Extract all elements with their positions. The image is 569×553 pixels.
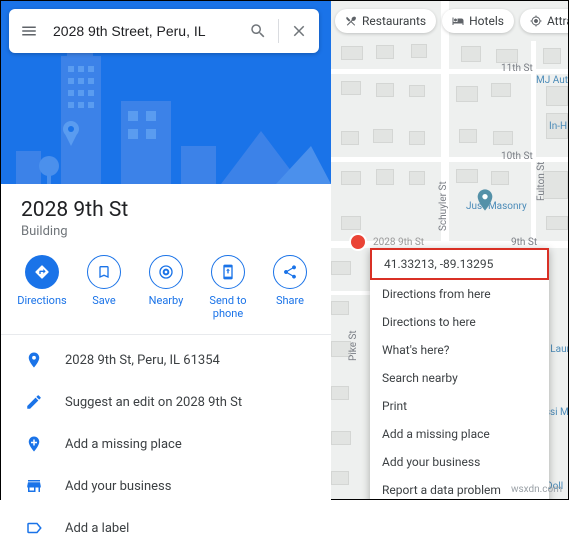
restaurant-icon	[345, 15, 357, 27]
building	[409, 85, 425, 97]
suggest-edit-row[interactable]: Suggest an edit on 2028 9th St	[1, 381, 331, 423]
context-menu-item[interactable]: Add a missing place	[370, 420, 549, 448]
building	[459, 129, 477, 143]
building	[411, 44, 427, 58]
street-label: Pike St	[348, 330, 359, 361]
context-menu-item[interactable]: Directions from here	[370, 280, 549, 308]
action-row: Directions Save Nearby Send to phone Sha…	[1, 249, 331, 335]
coordinates-item[interactable]: 41.33213, -89.13295	[370, 248, 549, 280]
building	[376, 169, 394, 185]
building	[546, 216, 568, 230]
attractions-icon	[530, 15, 542, 27]
share-button[interactable]: Share	[260, 255, 320, 320]
building	[331, 431, 351, 445]
context-menu-item[interactable]: Directions to here	[370, 308, 549, 336]
location-pin[interactable]	[349, 233, 367, 251]
directions-icon	[34, 264, 50, 280]
add-business-row[interactable]: Add your business	[1, 465, 331, 507]
building	[543, 48, 561, 64]
building	[341, 171, 361, 185]
place-type: Building	[21, 224, 311, 239]
directions-button[interactable]: Directions	[12, 255, 72, 320]
save-button[interactable]: Save	[74, 255, 134, 320]
building	[373, 129, 393, 143]
poi-label: Just Masonry	[466, 201, 527, 212]
bookmark-icon	[96, 264, 112, 280]
place-header: 2028 9th St Building	[1, 184, 331, 249]
building	[409, 131, 425, 145]
poi-pin[interactable]	[477, 189, 493, 211]
search-input[interactable]	[49, 23, 238, 39]
store-icon	[25, 477, 43, 495]
clear-button[interactable]	[279, 22, 319, 40]
building	[341, 46, 363, 60]
restaurants-chip[interactable]: Restaurants	[335, 9, 436, 33]
detail-list: 2028 9th St, Peru, IL 61354 Suggest an e…	[1, 335, 331, 553]
street-label: 10th St	[501, 151, 533, 162]
menu-button[interactable]	[9, 22, 49, 40]
building	[496, 49, 518, 63]
building	[341, 216, 361, 230]
building	[341, 81, 361, 95]
pin-icon	[25, 351, 43, 369]
add-pin-icon	[25, 435, 43, 453]
street-label: Schuyler St	[438, 181, 449, 231]
street-label: 9th St	[511, 237, 537, 248]
poi-label: In-H	[549, 121, 567, 132]
building	[331, 261, 351, 275]
label-icon	[25, 519, 43, 537]
watermark: wsxdn.com	[511, 484, 562, 495]
building	[341, 131, 359, 145]
nearby-icon	[158, 264, 174, 280]
hotels-chip[interactable]: Hotels	[442, 9, 514, 33]
building	[409, 171, 425, 185]
building	[546, 86, 568, 106]
building	[331, 301, 349, 315]
building	[456, 86, 478, 102]
building	[331, 471, 349, 485]
context-menu: 41.33213, -89.13295 Directions from here…	[370, 248, 549, 499]
search-button[interactable]	[238, 22, 278, 40]
street-label: Fulton St	[536, 162, 547, 201]
close-icon	[290, 22, 308, 40]
street-label: 11th St	[501, 63, 533, 74]
nearby-button[interactable]: Nearby	[136, 255, 196, 320]
building	[491, 171, 509, 185]
building	[461, 46, 481, 62]
add-label-row[interactable]: Add a label	[1, 507, 331, 549]
context-menu-item[interactable]: Print	[370, 392, 549, 420]
building	[331, 386, 349, 400]
address-row[interactable]: 2028 9th St, Peru, IL 61354	[1, 339, 331, 381]
phone-icon	[220, 264, 236, 280]
place-title: 2028 9th St	[21, 198, 311, 222]
context-menu-item[interactable]: Add your business	[370, 448, 549, 476]
send-to-phone-button[interactable]: Send to phone	[198, 255, 258, 320]
search-icon	[249, 22, 267, 40]
street-label: 2028 9th St	[373, 237, 424, 248]
hotel-icon	[452, 15, 464, 27]
map-canvas[interactable]: 11th St 10th St 9th St 2028 9th St Schuy…	[331, 1, 568, 499]
pencil-icon	[25, 393, 43, 411]
side-panel: 2028 9th St Building Directions Save Nea…	[1, 1, 331, 501]
poi-label: MJ Aut	[536, 75, 568, 86]
search-bar	[9, 9, 319, 53]
building	[456, 169, 478, 183]
hamburger-icon	[20, 22, 38, 40]
building	[376, 45, 394, 59]
share-icon	[282, 264, 298, 280]
attractions-chip[interactable]: Attractions	[520, 9, 568, 33]
chip-row: Restaurants Hotels Attractions	[335, 9, 568, 33]
context-menu-item[interactable]: Search nearby	[370, 364, 549, 392]
context-menu-item[interactable]: What's here?	[370, 336, 549, 364]
building	[491, 83, 511, 97]
building	[493, 131, 513, 145]
building	[376, 83, 394, 97]
add-place-row[interactable]: Add a missing place	[1, 423, 331, 465]
